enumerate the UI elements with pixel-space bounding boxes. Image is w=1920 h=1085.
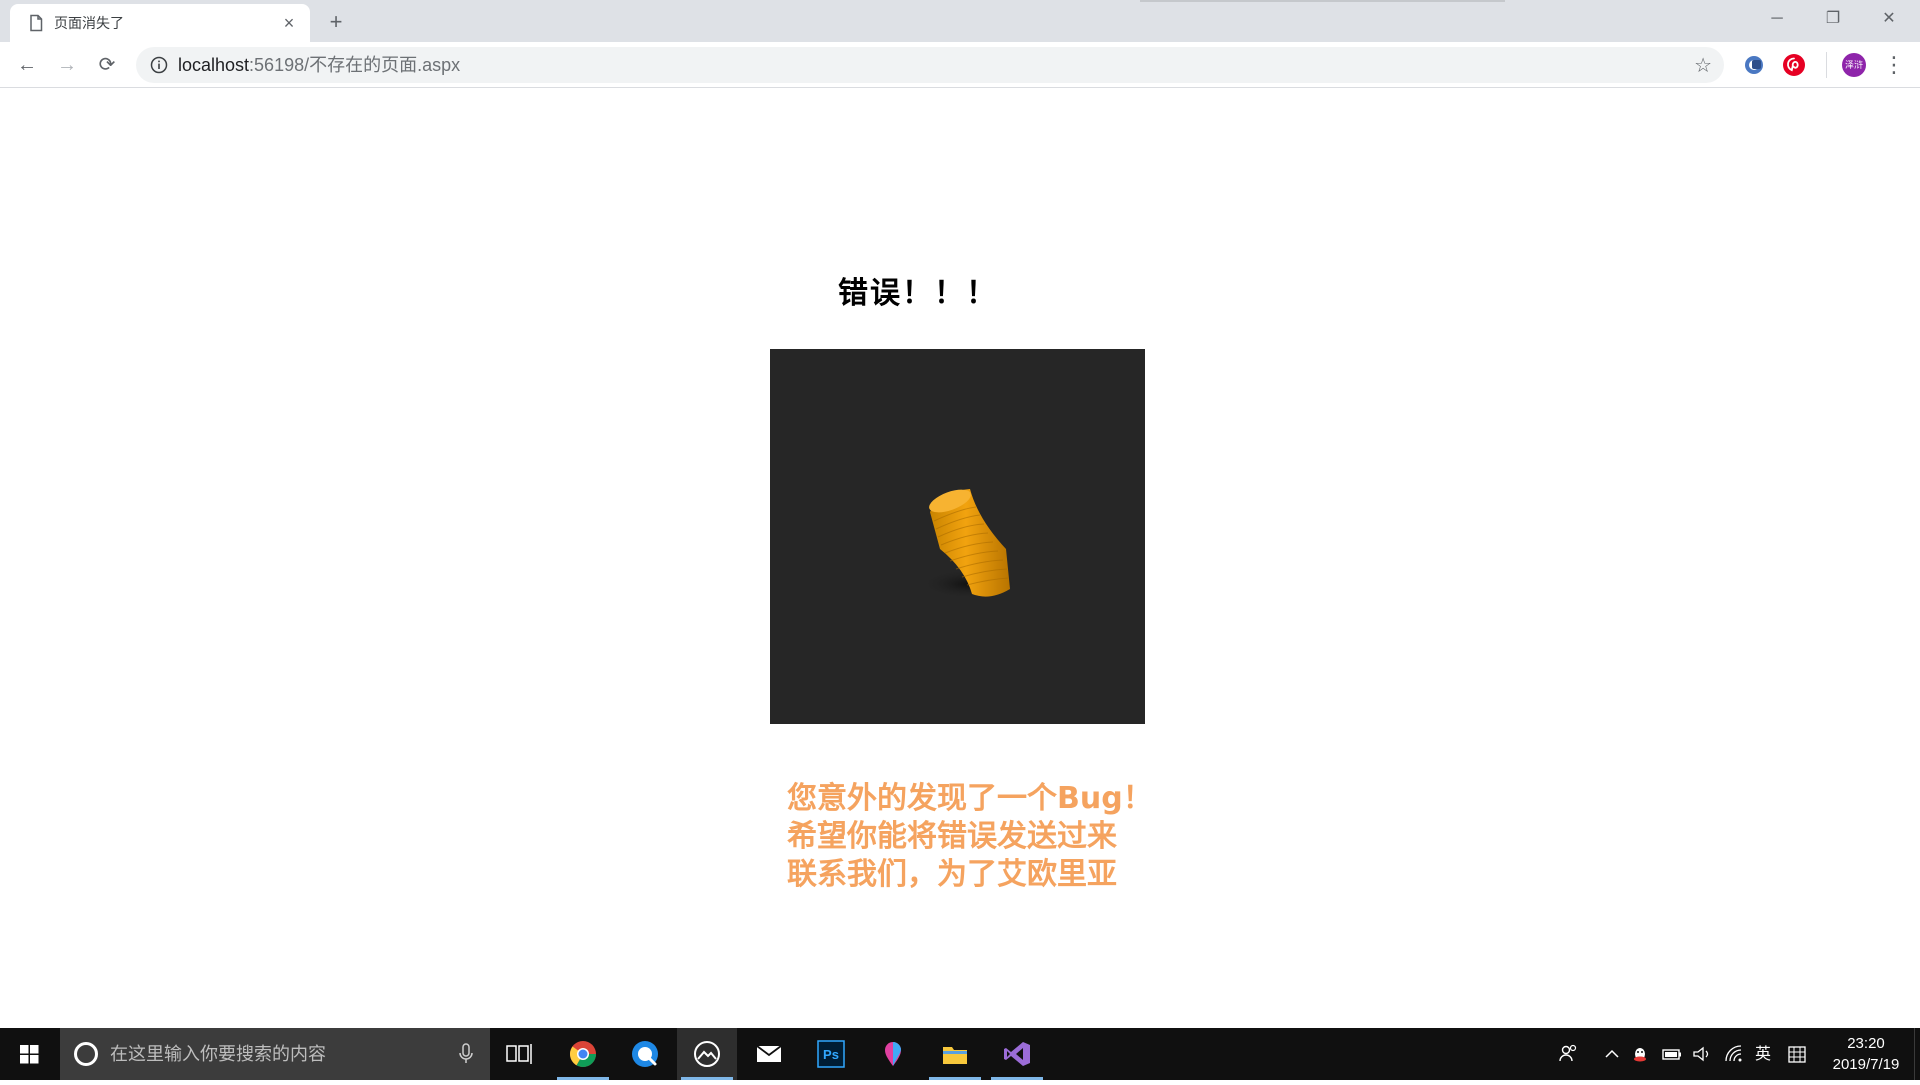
taskbar-chrome[interactable] <box>553 1028 613 1080</box>
page-icon <box>30 14 43 32</box>
people-icon[interactable] <box>1556 1042 1580 1066</box>
wifi-icon[interactable] <box>1721 1042 1745 1066</box>
taskbar-photoshop[interactable]: Ps <box>801 1028 861 1080</box>
reload-button[interactable]: ⟳ <box>91 49 123 81</box>
clock-time: 23:20 <box>1847 1035 1885 1052</box>
battery-icon[interactable] <box>1660 1042 1684 1066</box>
minimize-button[interactable]: ─ <box>1754 4 1800 34</box>
info-icon[interactable] <box>150 56 168 74</box>
photoshop-label: Ps <box>823 1047 839 1062</box>
taskbar-qq-browser[interactable] <box>615 1028 675 1080</box>
browser-toolbar: ← → ⟳ localhost:56198/不存在的页面.aspx ☆ 泽浒 ⋮ <box>0 42 1920 88</box>
task-view-button[interactable] <box>490 1028 550 1080</box>
qq-tray-icon[interactable] <box>1629 1042 1651 1066</box>
taskbar-clock[interactable]: 23:20 2019/7/19 <box>1818 1033 1914 1075</box>
taskbar: 在这里输入你要搜索的内容 Ps 英 23:20 2019/7/19 <box>0 1028 1920 1080</box>
start-button[interactable] <box>0 1028 60 1080</box>
tab-strip: 页面消失了 × + ─ ❐ ✕ <box>0 0 1920 42</box>
bent-cylinder-illustration <box>920 489 1020 599</box>
chevron-up-icon[interactable] <box>1601 1042 1623 1066</box>
tab-close-icon[interactable]: × <box>278 12 300 34</box>
restore-button[interactable]: ❐ <box>1810 4 1856 34</box>
taskbar-search[interactable]: 在这里输入你要搜索的内容 <box>60 1028 490 1080</box>
pinterest-icon[interactable] <box>1783 54 1805 76</box>
clock-date: 2019/7/19 <box>1832 1056 1900 1073</box>
taskbar-maps[interactable] <box>863 1028 923 1080</box>
taskbar-visual-studio[interactable] <box>987 1028 1047 1080</box>
chrome-icon <box>569 1041 597 1068</box>
toolbar-divider <box>1826 52 1827 78</box>
windows-logo-icon <box>20 1045 39 1064</box>
message-line-2: 希望你能将错误发送过来 <box>787 819 1117 854</box>
search-placeholder: 在这里输入你要搜索的内容 <box>110 1044 326 1064</box>
visual-studio-icon <box>1004 1042 1030 1066</box>
url-path: :56198/不存在的页面.aspx <box>249 55 461 75</box>
maps-icon <box>885 1042 901 1066</box>
back-button[interactable]: ← <box>11 49 43 81</box>
ime-mode-icon[interactable] <box>1785 1042 1809 1066</box>
bookmark-star-icon[interactable]: ☆ <box>1694 53 1712 78</box>
menu-kebab-icon[interactable]: ⋮ <box>1878 49 1910 81</box>
error-image <box>770 349 1145 724</box>
forward-button[interactable]: → <box>51 49 83 81</box>
page-heading: 错误！！！ <box>838 276 998 311</box>
task-view-icon <box>506 1044 532 1064</box>
file-explorer-icon <box>943 1047 967 1064</box>
taskbar-photos[interactable] <box>677 1028 737 1080</box>
url-host: localhost <box>178 55 250 75</box>
url-text: localhost:56198/不存在的页面.aspx <box>178 55 460 75</box>
ime-language-indicator[interactable]: 英 <box>1750 1042 1776 1066</box>
address-bar[interactable]: localhost:56198/不存在的页面.aspx ☆ <box>136 47 1724 83</box>
volume-icon[interactable] <box>1690 1042 1714 1066</box>
tab-title: 页面消失了 <box>54 15 124 31</box>
photos-icon <box>694 1041 720 1067</box>
message-line-3: 联系我们，为了艾欧里亚 <box>787 857 1117 892</box>
microphone-icon[interactable] <box>456 1042 476 1066</box>
tab-strip-highlight <box>1140 0 1505 2</box>
cortana-icon <box>74 1042 98 1066</box>
taskbar-file-explorer[interactable] <box>925 1028 985 1080</box>
profile-avatar[interactable]: 泽浒 <box>1842 53 1866 77</box>
translate-extension-icon[interactable] <box>1743 54 1765 76</box>
show-desktop-button[interactable] <box>1914 1028 1920 1080</box>
taskbar-mail[interactable] <box>739 1028 799 1080</box>
error-message: 您意外的发现了一个Bug！ 希望你能将错误发送过来 联系我们，为了艾欧里亚 <box>787 780 1207 894</box>
mail-icon <box>756 1045 782 1062</box>
tab-current[interactable]: 页面消失了 × <box>10 4 310 42</box>
new-tab-button[interactable]: + <box>322 8 350 36</box>
close-window-button[interactable]: ✕ <box>1866 4 1912 34</box>
qq-browser-icon <box>632 1041 658 1067</box>
photoshop-icon: Ps <box>817 1040 845 1068</box>
message-line-1: 您意外的发现了一个Bug！ <box>787 781 1153 816</box>
